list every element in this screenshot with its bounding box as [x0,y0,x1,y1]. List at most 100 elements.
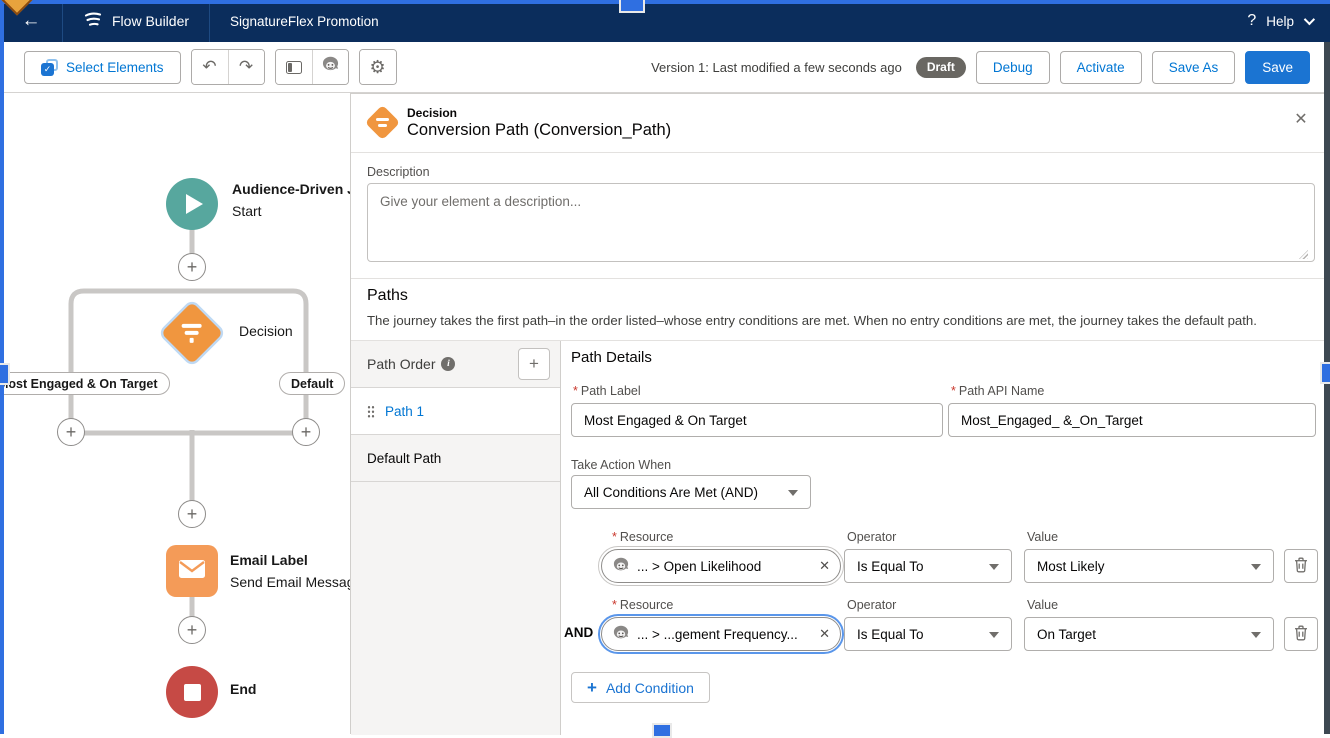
condition-2-value-select[interactable]: On Target [1024,617,1274,651]
undo-redo-group: ↶ ↷ [191,49,265,85]
save-button[interactable]: Save [1245,51,1310,84]
settings-button[interactable]: ⚙ [360,50,396,84]
operator-value: Is Equal To [857,559,924,574]
add-element-button[interactable]: + [292,418,320,446]
einstein-button[interactable] [312,50,348,84]
operator-label: Operator [847,530,896,544]
builder-toolbar: ✓ Select Elements ↶ ↷ [0,42,1330,93]
path-order-heading: Path Order [367,356,435,372]
resource-value: ... > Open Likelihood [637,559,812,574]
decision-properties-panel: Decision Conversion Path (Conversion_Pat… [350,93,1330,734]
decision-node-label: Decision [239,323,293,339]
decision-signpost-icon [182,324,202,343]
help-label: Help [1266,14,1294,29]
resource-label: *Resource [612,598,673,612]
start-node-title: Audience-Driven Jo [232,181,363,197]
connector-branch-right [192,291,306,433]
clear-icon[interactable]: ✕ [819,558,830,574]
operator-label: Operator [847,598,896,612]
toolbar-right: Version 1: Last modified a few seconds a… [651,51,1310,84]
select-elements-icon: ✓ [41,59,58,76]
einstein-icon [612,557,630,576]
path-details-heading: Path Details [571,349,652,366]
path-order-panel: Path Order i + Path 1 Default Path [351,341,561,735]
einstein-icon [321,56,340,78]
dropdown-caret-icon [1251,564,1261,570]
select-elements-label: Select Elements [66,60,164,75]
plus-icon: + [187,621,198,639]
branch-label-default[interactable]: Default [279,372,345,395]
app-name: Flow Builder [112,13,189,29]
info-icon[interactable]: i [441,357,455,371]
condition-1-value-select[interactable]: Most Likely [1024,549,1274,583]
close-panel-button[interactable]: ✕ [1286,104,1316,134]
toggle-toolbox-button[interactable] [276,50,312,84]
undo-button[interactable]: ↶ [192,50,228,84]
resource-label: *Resource [612,530,673,544]
email-node[interactable] [166,545,218,597]
dropdown-caret-icon [788,490,798,496]
flow-builder-logo-icon [83,12,103,31]
save-as-button[interactable]: Save As [1152,51,1236,84]
drag-handle-icon[interactable] [367,405,375,418]
condition-1-resource-combobox[interactable]: ... > Open Likelihood ✕ [601,549,841,583]
condition-2-resource-combobox[interactable]: ... > ...gement Frequency... ✕ [601,617,841,651]
add-element-button[interactable]: + [178,500,206,528]
help-question-icon: ? [1247,12,1256,30]
path-api-name-label: *Path API Name [951,384,1044,398]
gear-icon: ⚙ [369,57,385,78]
resource-value: ... > ...gement Frequency... [637,627,812,642]
plus-icon: + [301,423,312,441]
top-nav: ← Flow Builder SignatureFlex Promotion ?… [0,0,1330,42]
condition-1-operator-select[interactable]: Is Equal To [844,549,1012,583]
description-label: Description [367,165,430,179]
add-path-button[interactable]: + [518,348,550,380]
paths-description: The journey takes the first path–in the … [367,313,1317,328]
path-order-item-path-1[interactable]: Path 1 [351,388,560,435]
element-type-label: Decision [407,106,457,120]
add-element-button[interactable]: + [178,253,206,281]
debug-button[interactable]: Debug [976,51,1050,84]
add-element-button[interactable]: + [178,616,206,644]
value-label: Value [1027,530,1058,544]
dropdown-caret-icon [989,632,999,638]
value-value: On Target [1037,627,1096,642]
delete-condition-1-button[interactable] [1284,549,1318,583]
add-condition-button[interactable]: + Add Condition [571,672,710,703]
description-input[interactable] [367,183,1315,262]
email-node-subtitle: Send Email Message [230,574,362,590]
clear-icon[interactable]: ✕ [819,626,830,642]
operator-value: Is Equal To [857,627,924,642]
divider [351,278,1330,279]
take-action-when-select[interactable]: All Conditions Are Met (AND) [571,475,811,509]
plus-icon: + [587,678,597,698]
path-label-input[interactable] [571,403,943,437]
dropdown-caret-icon [1251,632,1261,638]
branch-label-most-engaged[interactable]: Most Engaged & On Target [0,372,170,395]
select-elements-button[interactable]: ✓ Select Elements [24,51,181,84]
add-element-button[interactable]: + [57,418,85,446]
undo-icon: ↶ [202,57,216,77]
flow-title: SignatureFlex Promotion [210,14,399,29]
help-menu[interactable]: ? Help [1247,12,1330,30]
start-node[interactable] [166,178,218,230]
value-label: Value [1027,598,1058,612]
path-api-name-input[interactable] [948,403,1316,437]
divider [351,152,1330,153]
plus-icon: + [66,423,77,441]
paths-heading: Paths [367,287,408,305]
path-order-item-default-path[interactable]: Default Path [351,435,560,482]
redo-icon: ↷ [239,57,253,77]
activate-button[interactable]: Activate [1060,51,1142,84]
panel-title: Conversion Path (Conversion_Path) [407,121,671,140]
end-node-label: End [230,681,256,697]
end-node[interactable] [166,666,218,718]
play-icon [186,194,203,214]
delete-condition-2-button[interactable] [1284,617,1318,651]
condition-logic-prefix: AND [564,625,593,640]
decision-diamond-icon [365,105,400,140]
condition-2-operator-select[interactable]: Is Equal To [844,617,1012,651]
redo-button[interactable]: ↷ [228,50,264,84]
stop-icon [184,684,201,701]
back-button[interactable]: ← [0,0,62,42]
